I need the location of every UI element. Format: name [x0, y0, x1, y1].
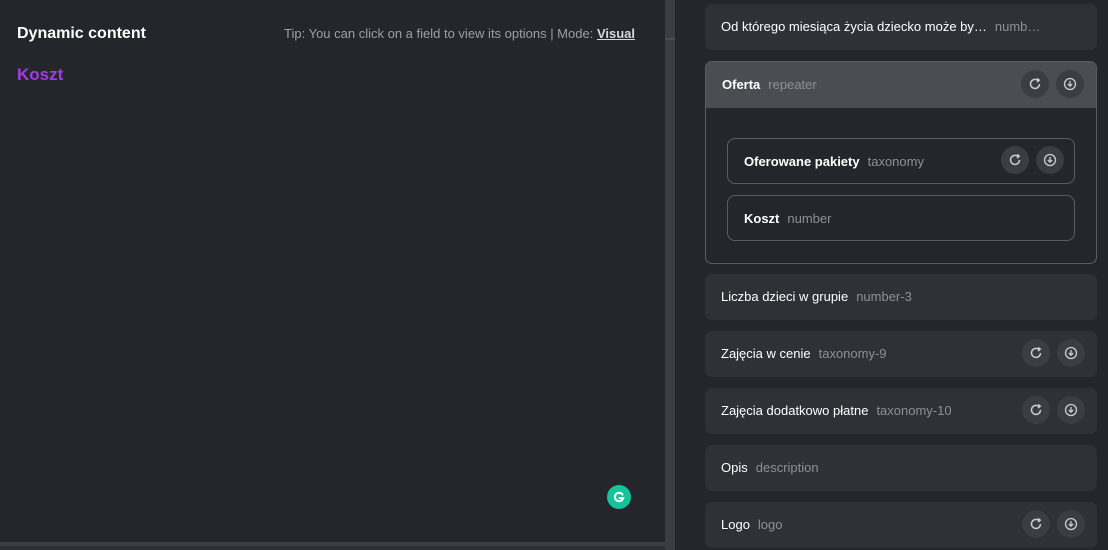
field-type: number — [787, 211, 832, 226]
download-icon[interactable] — [1057, 510, 1085, 538]
download-icon[interactable] — [1036, 146, 1064, 174]
refresh-icon[interactable] — [1021, 70, 1049, 98]
field-label: Od którego miesiąca życia dziecko może b… — [721, 19, 1040, 34]
refresh-icon[interactable] — [1001, 146, 1029, 174]
field-actions — [1022, 339, 1085, 367]
field-name: Od którego miesiąca życia dziecko może b… — [721, 19, 987, 34]
field-label: Zajęcia w cenie taxonomy-9 — [721, 346, 887, 361]
field-type: taxonomy-10 — [876, 403, 952, 418]
tip-text: Tip: You can click on a field to view it… — [284, 26, 635, 41]
field-type: number-3 — [856, 289, 912, 304]
field-label: Oferowane pakiety taxonomy — [744, 154, 924, 169]
field-actions — [1021, 70, 1084, 98]
panel-bottom-edge — [0, 542, 665, 546]
field-actions — [1022, 396, 1085, 424]
field-label: Logo logo — [721, 517, 783, 532]
field-item[interactable]: Logo logo — [705, 502, 1097, 548]
field-type: numb… — [994, 19, 1041, 34]
field-item[interactable]: Opis description — [705, 445, 1097, 491]
repeater-header[interactable]: Oferta repeater — [706, 62, 1096, 108]
panel-divider — [665, 0, 675, 550]
dynamic-content-value[interactable]: Koszt — [17, 65, 63, 85]
field-name: Koszt — [744, 211, 780, 226]
field-name: Oferowane pakiety — [744, 154, 860, 169]
refresh-icon[interactable] — [1022, 510, 1050, 538]
field-name: Logo — [721, 517, 750, 532]
panel-header: Dynamic content Tip: You can click on a … — [17, 25, 635, 45]
field-actions — [1001, 146, 1064, 174]
download-icon[interactable] — [1057, 339, 1085, 367]
field-label: Oferta repeater — [722, 77, 817, 92]
field-item[interactable]: Zajęcia w cenie taxonomy-9 — [705, 331, 1097, 377]
repeater-group: Oferta repeater Oferowane pakiety taxonomy… — [705, 61, 1097, 264]
field-name: Liczba dzieci w grupie — [721, 289, 849, 304]
field-label: Liczba dzieci w grupie number-3 — [721, 289, 912, 304]
field-label: Zajęcia dodatkowo płatne taxonomy-10 — [721, 403, 952, 418]
grammarly-icon[interactable] — [607, 485, 631, 509]
field-item[interactable]: Koszt number — [727, 195, 1075, 241]
field-item[interactable]: Od którego miesiąca życia dziecko może b… — [705, 4, 1097, 50]
field-item[interactable]: Zajęcia dodatkowo płatne taxonomy-10 — [705, 388, 1097, 434]
field-type: logo — [757, 517, 783, 532]
field-name: Oferta — [722, 77, 761, 92]
field-type: repeater — [768, 77, 817, 92]
field-label: Koszt number — [744, 211, 831, 226]
fields-panel: Od którego miesiąca życia dziecko może b… — [675, 0, 1108, 550]
field-item[interactable]: Liczba dzieci w grupie number-3 — [705, 274, 1097, 320]
panel-title: Dynamic content — [17, 25, 146, 42]
field-type: taxonomy-9 — [818, 346, 887, 361]
field-type: description — [755, 460, 819, 475]
field-name: Opis — [721, 460, 748, 475]
mode-link[interactable]: Visual — [597, 26, 635, 41]
field-name: Zajęcia w cenie — [721, 346, 811, 361]
tip-label: Tip: You can click on a field to view it… — [284, 26, 597, 41]
field-item[interactable]: Oferowane pakiety taxonomy — [727, 138, 1075, 184]
refresh-icon[interactable] — [1022, 339, 1050, 367]
field-actions — [1022, 510, 1085, 538]
download-icon[interactable] — [1056, 70, 1084, 98]
dynamic-content-panel: Dynamic content Tip: You can click on a … — [0, 0, 665, 546]
field-type: taxonomy — [867, 154, 924, 169]
refresh-icon[interactable] — [1022, 396, 1050, 424]
download-icon[interactable] — [1057, 396, 1085, 424]
field-label: Opis description — [721, 460, 819, 475]
field-name: Zajęcia dodatkowo płatne — [721, 403, 869, 418]
